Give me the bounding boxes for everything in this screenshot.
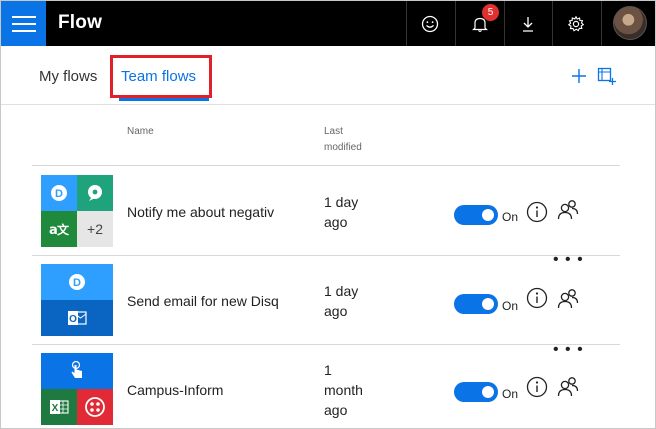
disqus-icon: D [41,175,77,211]
toggle-label: On [502,210,519,224]
menu-icon[interactable] [1,1,46,46]
info-icon[interactable] [526,287,548,309]
flow-toggle[interactable] [454,382,498,402]
modified-line: ago [324,303,348,319]
column-header-name: Name [127,126,154,137]
share-icon[interactable] [556,375,580,399]
import-icon[interactable] [595,65,617,87]
chat-bubble-icon [77,175,113,211]
divider [601,1,602,46]
bell-icon[interactable]: 5 [456,1,504,46]
toggle-label: On [502,299,519,313]
column-header-modified-line1: Last [324,126,343,137]
modified-line: 1 day [324,194,359,210]
modified-line: 1 [324,362,332,378]
plus-icon[interactable] [568,65,590,87]
svg-text:X: X [52,403,59,414]
active-tab-indicator [119,98,209,101]
table-row[interactable]: D a文 +2 Notify me about negativ 1 day ag… [1,166,655,268]
translator-icon: a文 [41,211,77,247]
flow-name[interactable]: Campus-Inform [127,382,289,398]
modified-line: 1 day [324,283,359,299]
info-icon[interactable] [526,376,548,398]
svg-text:D: D [73,277,81,289]
modified-line: ago [324,214,348,230]
smiley-icon[interactable] [406,1,454,46]
toggle-label: On [502,387,519,401]
excel-icon: X [41,389,77,425]
share-icon[interactable] [556,287,580,311]
app-title: Flow [58,12,103,33]
info-icon[interactable] [526,201,548,223]
top-bar: Flow 5 [1,1,655,46]
touch-icon [41,353,113,389]
download-icon[interactable] [504,1,552,46]
svg-text:O: O [69,314,77,325]
modified-line: month [324,382,363,398]
gear-icon[interactable] [552,1,600,46]
avatar[interactable] [613,6,647,40]
tab-my-flows[interactable]: My flows [39,68,97,85]
app-window: Flow 5 My flows Team flows Name Last mod… [0,0,656,429]
table-row[interactable]: X Campus-Inform 1 month ago On [1,345,655,428]
more-connectors-count: +2 [77,211,113,247]
flow-toggle[interactable] [454,205,498,225]
twilio-icon [77,389,113,425]
highlight-box [110,55,212,98]
svg-text:D: D [55,188,63,200]
outlook-icon: O [41,300,113,336]
table-row[interactable]: D O Send email for new Disq 1 day ago On… [1,256,655,358]
flow-toggle[interactable] [454,294,498,314]
tab-bar: My flows Team flows [1,46,655,105]
disqus-icon: D [41,264,113,300]
column-header-modified-line2: modified [324,142,362,153]
flow-name[interactable]: Send email for new Disq [127,293,289,309]
share-icon[interactable] [556,198,580,222]
modified-line: ago [324,402,348,418]
notification-badge: 5 [482,4,499,21]
svg-text:文: 文 [57,222,70,237]
flow-name[interactable]: Notify me about negativ [127,204,289,220]
